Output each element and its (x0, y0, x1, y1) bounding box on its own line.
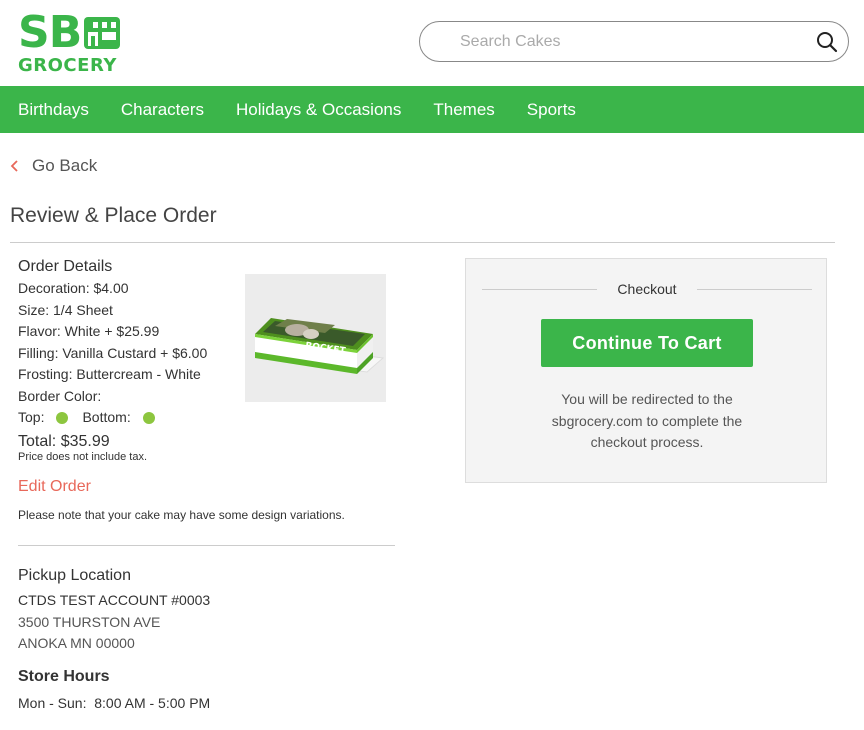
search-input[interactable] (460, 30, 800, 54)
checkout-title: Checkout (617, 281, 677, 297)
search-bar (419, 21, 849, 62)
divider (18, 545, 395, 546)
go-back-label: Go Back (32, 156, 98, 175)
address-line2: ANOKA MN 00000 (18, 635, 135, 651)
nav-item-themes[interactable]: Themes (433, 86, 494, 133)
divider (10, 242, 835, 243)
border-bottom-label: Bottom: (82, 409, 131, 425)
nav-item-sports[interactable]: Sports (527, 86, 576, 133)
border-top-label: Top: (18, 409, 45, 425)
border-colors: Top: Bottom: (18, 407, 398, 429)
order-total: Total: $35.99 (18, 432, 110, 450)
pickup-location: Pickup Location CTDS TEST ACCOUNT #0003 … (18, 566, 398, 713)
variation-note: Please note that your cake may have some… (18, 507, 345, 522)
cake-image: ROCKET (245, 274, 386, 402)
go-back-link[interactable]: Go Back (10, 156, 97, 176)
chevron-left-icon (10, 159, 20, 173)
tax-note: Price does not include tax. (18, 450, 148, 463)
page-title: Review & Place Order (10, 204, 217, 227)
search-icon[interactable] (816, 31, 838, 53)
nav-item-characters[interactable]: Characters (121, 86, 204, 133)
store-hours: Mon - Sun: 8:00 AM - 5:00 PM (18, 694, 211, 711)
checkout-panel: Checkout Continue To Cart You will be re… (465, 258, 827, 483)
checkout-header: Checkout (482, 279, 812, 299)
category-nav: Birthdays Characters Holidays & Occasion… (0, 86, 864, 133)
logo[interactable]: SB GROCERY (18, 7, 122, 76)
continue-to-cart-button[interactable]: Continue To Cart (541, 319, 753, 367)
store-hours-title: Store Hours (18, 667, 110, 685)
edit-order-link[interactable]: Edit Order (18, 477, 91, 497)
divider (696, 288, 812, 290)
divider (482, 288, 598, 290)
nav-item-holidays-occasions[interactable]: Holidays & Occasions (236, 86, 401, 133)
logo-subtext: GROCERY (18, 55, 117, 76)
storefront-icon (83, 15, 121, 51)
store-name: CTDS TEST ACCOUNT #0003 (18, 592, 211, 608)
redirect-note: You will be redirected to the sbgrocery.… (551, 391, 743, 450)
nav-item-birthdays[interactable]: Birthdays (18, 86, 89, 133)
border-top-swatch (56, 411, 69, 424)
header: SB GROCERY (0, 0, 864, 86)
logo-text: SB (18, 7, 82, 58)
pickup-title: Pickup Location (18, 567, 131, 584)
border-bottom-swatch (142, 411, 155, 424)
address-line1: 3500 THURSTON AVE (18, 613, 161, 630)
